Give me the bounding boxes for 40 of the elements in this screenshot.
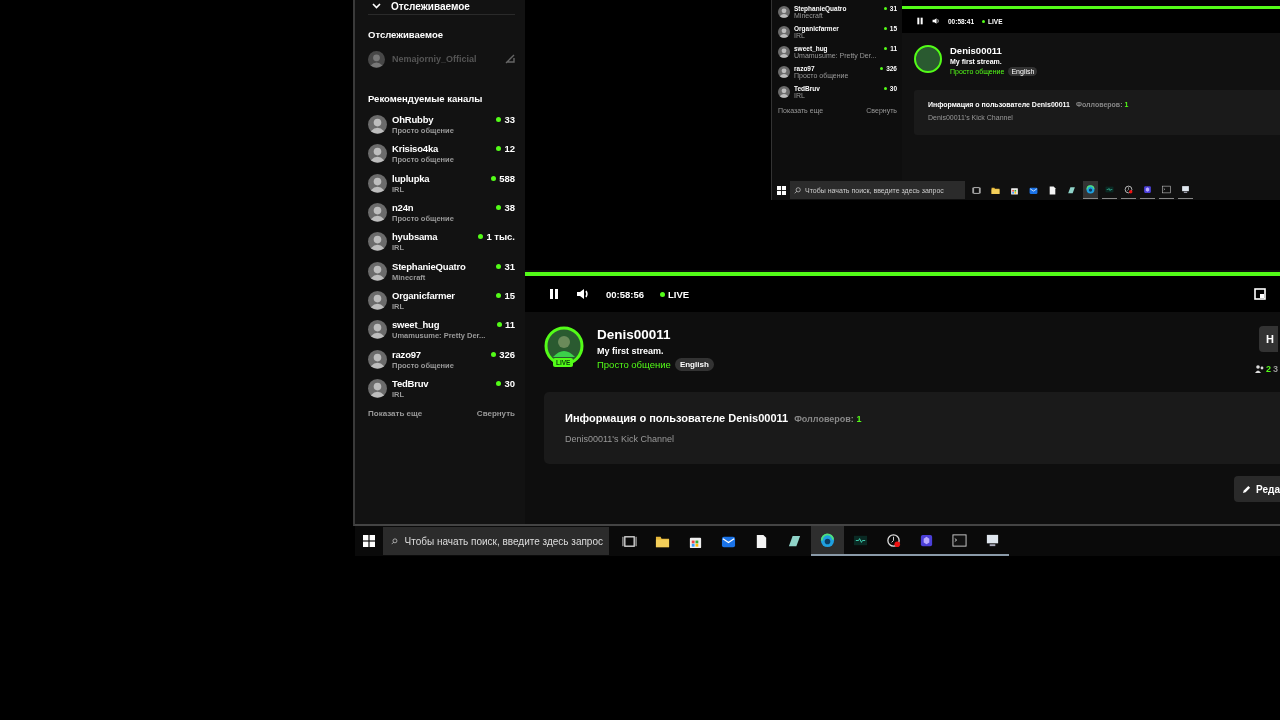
viewer-count: 12 [504, 143, 515, 155]
category-link[interactable]: Просто общение [597, 359, 671, 370]
follow-button[interactable]: Н [1259, 326, 1278, 352]
section-heading: Рекомендуемые каналы [368, 93, 484, 104]
viewer-count: 30 [504, 377, 515, 389]
viewer-count: 2 [1265, 364, 1271, 374]
channel-name: TedBruv [392, 377, 429, 389]
viewer-count: 588 [499, 172, 515, 184]
viewer-count: 31 [504, 260, 515, 272]
channel-name: Krisiso4ka [392, 143, 439, 155]
show-more-link[interactable]: Показать еще [368, 408, 423, 418]
channel-name: sweet_hug [392, 319, 440, 331]
time-display: 00:58:56 [606, 288, 645, 300]
viewer-count: 11 [504, 319, 515, 331]
viewer-count: 33 [504, 114, 515, 126]
section-heading: Отслеживаемое [368, 29, 444, 40]
follower-count: Фолловеров: 1 [794, 414, 862, 424]
viewer-count: 326 [499, 348, 515, 360]
stream-title: My first stream. [597, 346, 664, 356]
channel-name: OhRubby [392, 114, 434, 126]
channel-name: Organicfarmer [392, 289, 455, 301]
channel-name: luplupka [392, 172, 430, 184]
viewer-count: 38 [504, 202, 515, 214]
about-heading: Информация о пользователе Denis00011 [565, 412, 789, 424]
streamer-name[interactable]: Denis00011 [597, 327, 671, 342]
collapse-link[interactable]: Свернуть [476, 408, 515, 418]
channel-name: n24n [392, 202, 414, 214]
search-field[interactable]: Чтобы начать поиск, введите здесь запрос [383, 527, 609, 555]
channel-name: hyubsama [392, 231, 438, 243]
live-label: LIVE [668, 288, 690, 300]
channel-description: Denis00011's Kick Channel [565, 434, 676, 444]
channel-name: razo97 [392, 348, 421, 360]
viewer-count: 1 тыс. [486, 231, 515, 243]
channel-name: StephanieQuatro [392, 260, 466, 272]
section-heading: Отслеживаемое [391, 0, 470, 12]
edit-button[interactable]: Реда [1234, 476, 1280, 502]
language-tag[interactable]: English [674, 358, 714, 371]
viewer-count: 15 [504, 289, 515, 301]
streamer-name[interactable]: Denis00011 [950, 45, 1002, 56]
stat-value: 3 [1273, 364, 1278, 374]
